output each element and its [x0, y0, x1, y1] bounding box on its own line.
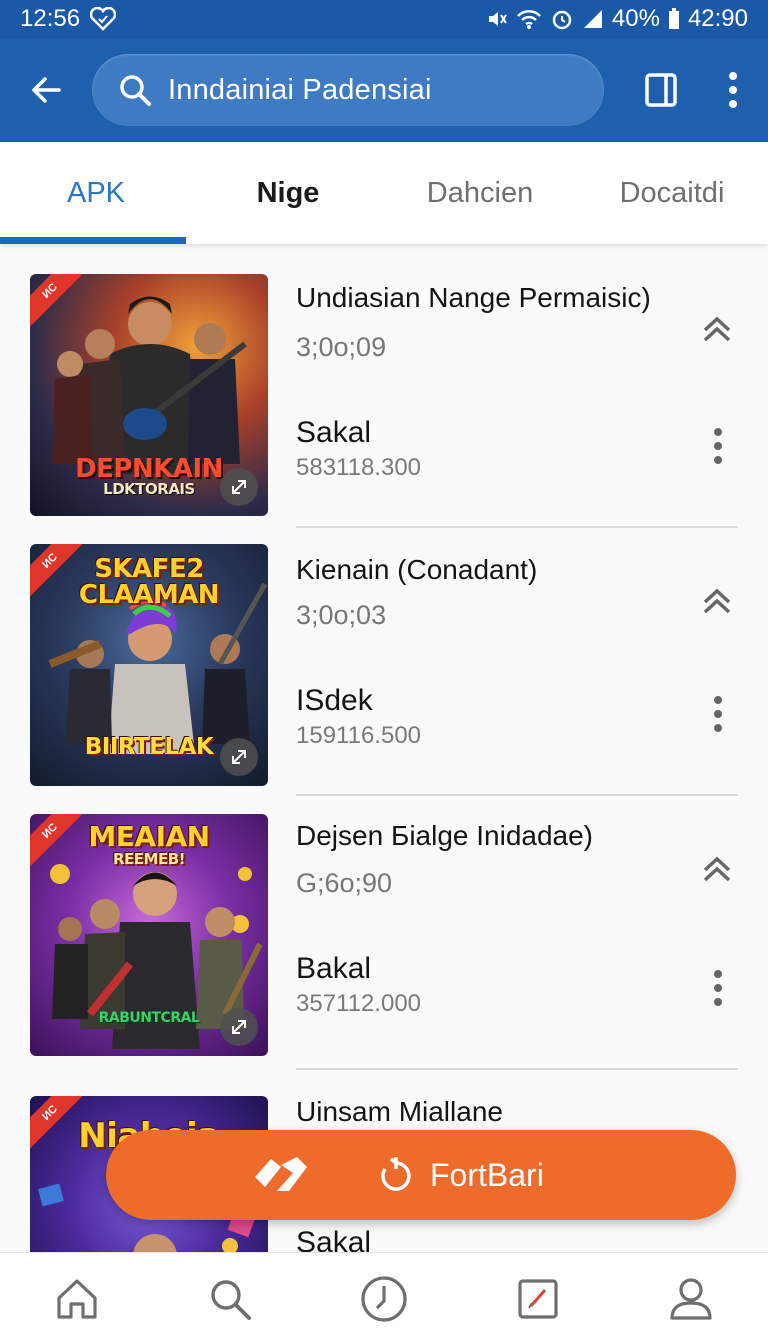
more-options-button[interactable]: [702, 38, 764, 142]
item-code: 3;0o;09: [296, 332, 387, 362]
item-name: Sakal: [296, 416, 372, 449]
app-thumbnail[interactable]: SKAFE2 CLAAMAN BIIRTELAK ИС: [30, 544, 268, 786]
tablet-button[interactable]: [620, 38, 702, 142]
thumbnail-subtitle: REEMEB!: [113, 850, 186, 868]
back-arrow-icon: [32, 77, 61, 103]
nav-search[interactable]: [154, 1253, 308, 1344]
profile-icon: [670, 1277, 712, 1320]
bottom-navigation: [0, 1252, 768, 1344]
item-code: G;6o;90: [296, 868, 393, 898]
expand-badge-icon[interactable]: [220, 738, 258, 776]
search-query: Inndainiai Padensiai: [168, 73, 432, 106]
item-info: Kienain (Conadant) 3;0o;03 ISdek 159116.…: [296, 516, 738, 784]
tab-docaitdi[interactable]: Docaitdi: [576, 142, 768, 244]
search-icon: [211, 1279, 252, 1320]
item-title: Dejsen Бialge Inidadae): [296, 820, 594, 851]
item-title: Uinsam Miallane: [296, 1096, 503, 1127]
nav-history[interactable]: [307, 1253, 461, 1344]
battery-icon: [668, 8, 679, 29]
tablet-icon: [645, 73, 677, 107]
status-time: 12:56: [20, 5, 81, 32]
item-name: Bakal: [296, 952, 372, 985]
status-clock-right: 42:90: [687, 5, 748, 32]
more-vert-icon[interactable]: [710, 694, 726, 734]
status-bar: 12:56 40% 42:90: [0, 0, 768, 38]
screen: 12:56 40% 42:90 Inndainiai Padensiai APK…: [0, 0, 768, 1344]
item-number: 583118.300: [296, 454, 422, 481]
wifi-icon: [516, 9, 541, 29]
tab-nige[interactable]: Nige: [192, 142, 384, 244]
back-button[interactable]: [0, 38, 92, 142]
list-item[interactable]: SKAFE2 CLAAMAN BIIRTELAK ИС Kienain (Con…: [0, 516, 768, 796]
nav-edit[interactable]: [461, 1253, 615, 1344]
alarm-icon: [552, 10, 572, 30]
search-icon: [120, 75, 151, 106]
home-icon: [57, 1278, 97, 1319]
battery-percent: 40%: [611, 5, 660, 32]
app-bar: Inndainiai Padensiai: [0, 38, 768, 142]
tab-dahcien[interactable]: Dahcien: [384, 142, 576, 244]
expand-badge-icon[interactable]: [220, 1008, 258, 1046]
item-number: 357112.000: [296, 990, 422, 1017]
nav-home[interactable]: [0, 1253, 154, 1344]
double-chevron-up-icon[interactable]: [700, 314, 734, 344]
heart-shield-icon: [90, 7, 117, 31]
list-item[interactable]: MEAIAN REEMEB! RABUNTCRAL ИС Dejsen Бial…: [0, 784, 768, 1070]
app-thumbnail[interactable]: DEPNKAIN LDKTORAIS ИС: [30, 274, 268, 516]
edit-icon: [517, 1278, 558, 1319]
signal-icon: [583, 10, 602, 28]
thumbnail-subtitle: CLAAMAN: [78, 580, 220, 610]
item-title: Undiasian Nange Permaisic): [296, 282, 651, 313]
tab-label: Nige: [256, 176, 320, 209]
fortbari-button[interactable]: FortBari: [106, 1130, 736, 1220]
app-thumbnail[interactable]: MEAIAN REEMEB! RABUNTCRAL ИС: [30, 814, 268, 1056]
brand-logo-icon: [246, 1130, 316, 1220]
nav-profile[interactable]: [614, 1253, 768, 1344]
tab-label: APK: [66, 176, 126, 209]
search-input[interactable]: Inndainiai Padensiai: [92, 54, 604, 126]
more-vert-icon: [729, 72, 737, 108]
item-info: Undiasian Nange Permaisic) 3;0o;09 Sakal…: [296, 246, 738, 514]
clock-icon: [361, 1275, 407, 1322]
item-name: ISdek: [296, 684, 373, 717]
item-code: 3;0o;03: [296, 600, 387, 630]
refresh-icon: [376, 1155, 416, 1195]
tab-indicator: [0, 237, 186, 244]
item-title: Kienain (Conadant): [296, 554, 538, 585]
tab-label: Docaitdi: [619, 176, 725, 209]
double-chevron-up-icon[interactable]: [700, 854, 734, 884]
more-vert-icon[interactable]: [710, 968, 726, 1008]
tab-apk[interactable]: APK: [0, 142, 192, 244]
fab-label: FortBari: [430, 1156, 544, 1193]
expand-badge-icon[interactable]: [220, 468, 258, 506]
tab-bar: APK Nige Dahcien Docaitdi: [0, 142, 768, 244]
mute-icon: [488, 12, 507, 26]
more-vert-icon[interactable]: [710, 426, 726, 466]
tab-label: Dahcien: [426, 176, 534, 209]
item-info: Dejsen Бialge Inidadae) G;6o;90 Bakal 35…: [296, 784, 738, 1052]
divider: [296, 1068, 738, 1070]
item-number: 159116.500: [296, 722, 422, 749]
double-chevron-up-icon[interactable]: [700, 586, 734, 616]
list-item[interactable]: DEPNKAIN LDKTORAIS ИС Undiasian Nange Pe…: [0, 246, 768, 528]
